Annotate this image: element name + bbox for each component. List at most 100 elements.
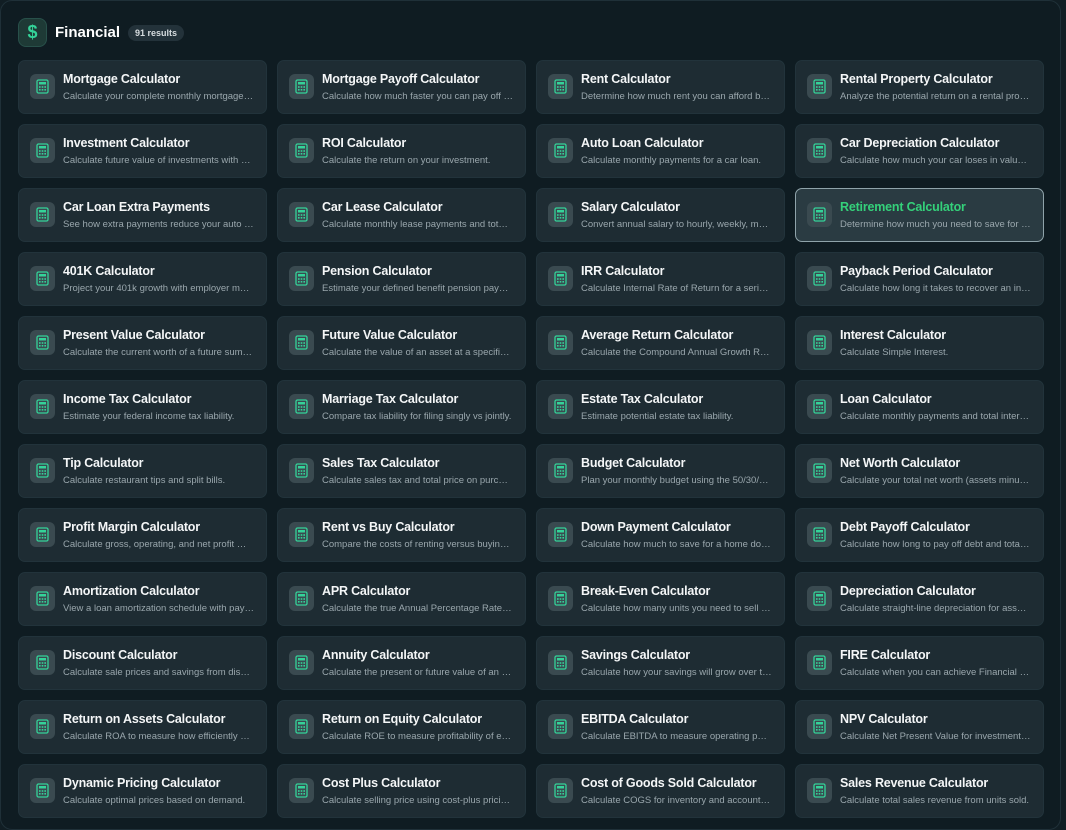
- calculator-card-future-value-calculator[interactable]: Future Value Calculator Calculate the va…: [277, 316, 526, 370]
- calculator-card-depreciation-calculator[interactable]: Depreciation Calculator Calculate straig…: [795, 572, 1044, 626]
- financial-category-panel: $ Financial 91 results Mortgage Calculat…: [0, 0, 1061, 830]
- calculator-card-net-worth-calculator[interactable]: Net Worth Calculator Calculate your tota…: [795, 444, 1044, 498]
- calculator-card-sales-tax-calculator[interactable]: Sales Tax Calculator Calculate sales tax…: [277, 444, 526, 498]
- calculator-icon: [30, 266, 55, 291]
- calculator-title: Cost of Goods Sold Calculator: [581, 776, 757, 790]
- calculator-card-tip-calculator[interactable]: Tip Calculator Calculate restaurant tips…: [18, 444, 267, 498]
- calculator-title: 401K Calculator: [63, 264, 155, 278]
- calculator-title: Depreciation Calculator: [840, 584, 976, 598]
- calculator-icon: [548, 650, 573, 675]
- calculator-description: Estimate your federal income tax liabili…: [63, 411, 235, 422]
- calculator-card-salary-calculator[interactable]: Salary Calculator Convert annual salary …: [536, 188, 785, 242]
- calculator-icon: [30, 330, 55, 355]
- calculator-card-npv-calculator[interactable]: NPV Calculator Calculate Net Present Val…: [795, 700, 1044, 754]
- calculator-description: View a loan amortization schedule with p…: [63, 603, 254, 614]
- calculator-icon: [30, 458, 55, 483]
- calculator-icon: [548, 586, 573, 611]
- calculator-card-annuity-calculator[interactable]: Annuity Calculator Calculate the present…: [277, 636, 526, 690]
- calculator-card-investment-calculator[interactable]: Investment Calculator Calculate future v…: [18, 124, 267, 178]
- calculator-card-present-value-calculator[interactable]: Present Value Calculator Calculate the c…: [18, 316, 267, 370]
- calculator-description: Calculate Simple Interest.: [840, 347, 949, 358]
- calculator-description: Calculate ROE to measure profitability o…: [322, 731, 513, 742]
- calculator-card-auto-loan-calculator[interactable]: Auto Loan Calculator Calculate monthly p…: [536, 124, 785, 178]
- calculator-card-discount-calculator[interactable]: Discount Calculator Calculate sale price…: [18, 636, 267, 690]
- calculator-title: Sales Tax Calculator: [322, 456, 440, 470]
- calculator-description: Calculate how your savings will grow ove…: [581, 667, 772, 678]
- calculator-description: Calculate the return on your investment.: [322, 155, 491, 166]
- calculator-card-retirement-calculator[interactable]: Retirement Calculator Determine how much…: [795, 188, 1044, 242]
- calculator-card-down-payment-calculator[interactable]: Down Payment Calculator Calculate how mu…: [536, 508, 785, 562]
- calculator-icon: [807, 650, 832, 675]
- calculator-title: Profit Margin Calculator: [63, 520, 200, 534]
- calculator-card-cost-plus-calculator[interactable]: Cost Plus Calculator Calculate selling p…: [277, 764, 526, 818]
- calculator-card-sales-revenue-calculator[interactable]: Sales Revenue Calculator Calculate total…: [795, 764, 1044, 818]
- calculator-card-mortgage-payoff-calculator[interactable]: Mortgage Payoff Calculator Calculate how…: [277, 60, 526, 114]
- calculator-card-car-depreciation-calculator[interactable]: Car Depreciation Calculator Calculate ho…: [795, 124, 1044, 178]
- calculator-card-mortgage-calculator[interactable]: Mortgage Calculator Calculate your compl…: [18, 60, 267, 114]
- category-header: $ Financial 91 results: [18, 18, 185, 47]
- calculator-card-rental-property-calculator[interactable]: Rental Property Calculator Analyze the p…: [795, 60, 1044, 114]
- calculator-card-car-loan-extra-payments[interactable]: Car Loan Extra Payments See how extra pa…: [18, 188, 267, 242]
- calculator-card-rent-calculator[interactable]: Rent Calculator Determine how much rent …: [536, 60, 785, 114]
- calculator-title: Car Lease Calculator: [322, 200, 443, 214]
- calculator-title: Payback Period Calculator: [840, 264, 993, 278]
- calculator-card-budget-calculator[interactable]: Budget Calculator Plan your monthly budg…: [536, 444, 785, 498]
- calculator-icon: [30, 522, 55, 547]
- calculator-card-amortization-calculator[interactable]: Amortization Calculator View a loan amor…: [18, 572, 267, 626]
- calculator-title: Salary Calculator: [581, 200, 680, 214]
- calculator-card-pension-calculator[interactable]: Pension Calculator Estimate your defined…: [277, 252, 526, 306]
- calculator-card-rent-vs-buy-calculator[interactable]: Rent vs Buy Calculator Compare the costs…: [277, 508, 526, 562]
- calculator-card-loan-calculator[interactable]: Loan Calculator Calculate monthly paymen…: [795, 380, 1044, 434]
- calculator-card-irr-calculator[interactable]: IRR Calculator Calculate Internal Rate o…: [536, 252, 785, 306]
- calculator-title: Loan Calculator: [840, 392, 932, 406]
- calculator-description: Calculate the Compound Annual Growth Rat…: [581, 347, 772, 358]
- calculator-title: Rental Property Calculator: [840, 72, 993, 86]
- calculator-description: Compare tax liability for filing singly …: [322, 411, 512, 422]
- calculator-icon: [548, 522, 573, 547]
- calculator-card-401k-calculator[interactable]: 401K Calculator Project your 401k growth…: [18, 252, 267, 306]
- calculator-card-estate-tax-calculator[interactable]: Estate Tax Calculator Estimate potential…: [536, 380, 785, 434]
- calculator-card-profit-margin-calculator[interactable]: Profit Margin Calculator Calculate gross…: [18, 508, 267, 562]
- calculator-title: Cost Plus Calculator: [322, 776, 441, 790]
- calculator-icon: [807, 714, 832, 739]
- calculator-card-payback-period-calculator[interactable]: Payback Period Calculator Calculate how …: [795, 252, 1044, 306]
- calculator-icon: [289, 586, 314, 611]
- calculator-card-cost-of-goods-sold-calculator[interactable]: Cost of Goods Sold Calculator Calculate …: [536, 764, 785, 818]
- calculator-description: Calculate your total net worth (assets m…: [840, 475, 1031, 486]
- calculator-card-roi-calculator[interactable]: ROI Calculator Calculate the return on y…: [277, 124, 526, 178]
- calculator-card-return-on-equity-calculator[interactable]: Return on Equity Calculator Calculate RO…: [277, 700, 526, 754]
- calculator-title: IRR Calculator: [581, 264, 665, 278]
- calculator-icon: [548, 394, 573, 419]
- calculator-icon: [30, 650, 55, 675]
- calculator-card-ebitda-calculator[interactable]: EBITDA Calculator Calculate EBITDA to me…: [536, 700, 785, 754]
- calculator-card-return-on-assets-calculator[interactable]: Return on Assets Calculator Calculate RO…: [18, 700, 267, 754]
- calculator-card-break-even-calculator[interactable]: Break-Even Calculator Calculate how many…: [536, 572, 785, 626]
- calculator-title: Break-Even Calculator: [581, 584, 711, 598]
- calculator-card-marriage-tax-calculator[interactable]: Marriage Tax Calculator Compare tax liab…: [277, 380, 526, 434]
- calculator-title: Dynamic Pricing Calculator: [63, 776, 221, 790]
- calculator-description: Convert annual salary to hourly, weekly,…: [581, 219, 772, 230]
- calculator-title: Estate Tax Calculator: [581, 392, 704, 406]
- calculator-title: EBITDA Calculator: [581, 712, 689, 726]
- calculator-card-dynamic-pricing-calculator[interactable]: Dynamic Pricing Calculator Calculate opt…: [18, 764, 267, 818]
- calculator-description: Estimate potential estate tax liability.: [581, 411, 734, 422]
- calculator-card-savings-calculator[interactable]: Savings Calculator Calculate how your sa…: [536, 636, 785, 690]
- calculator-card-fire-calculator[interactable]: FIRE Calculator Calculate when you can a…: [795, 636, 1044, 690]
- calculator-title: ROI Calculator: [322, 136, 407, 150]
- calculator-description: Calculate EBITDA to measure operating pe…: [581, 731, 772, 742]
- calculator-description: Project your 401k growth with employer m…: [63, 283, 254, 294]
- calculator-card-average-return-calculator[interactable]: Average Return Calculator Calculate the …: [536, 316, 785, 370]
- calculator-card-car-lease-calculator[interactable]: Car Lease Calculator Calculate monthly l…: [277, 188, 526, 242]
- calculator-card-interest-calculator[interactable]: Interest Calculator Calculate Simple Int…: [795, 316, 1044, 370]
- calculator-icon: [289, 394, 314, 419]
- calculator-title: Annuity Calculator: [322, 648, 430, 662]
- calculator-card-debt-payoff-calculator[interactable]: Debt Payoff Calculator Calculate how lon…: [795, 508, 1044, 562]
- calculator-title: Mortgage Payoff Calculator: [322, 72, 480, 86]
- calculator-title: Pension Calculator: [322, 264, 432, 278]
- calculator-icon: [807, 522, 832, 547]
- calculator-icon: [807, 74, 832, 99]
- calculator-title: Car Depreciation Calculator: [840, 136, 1000, 150]
- calculator-icon: [289, 522, 314, 547]
- calculator-card-apr-calculator[interactable]: APR Calculator Calculate the true Annual…: [277, 572, 526, 626]
- calculator-card-income-tax-calculator[interactable]: Income Tax Calculator Estimate your fede…: [18, 380, 267, 434]
